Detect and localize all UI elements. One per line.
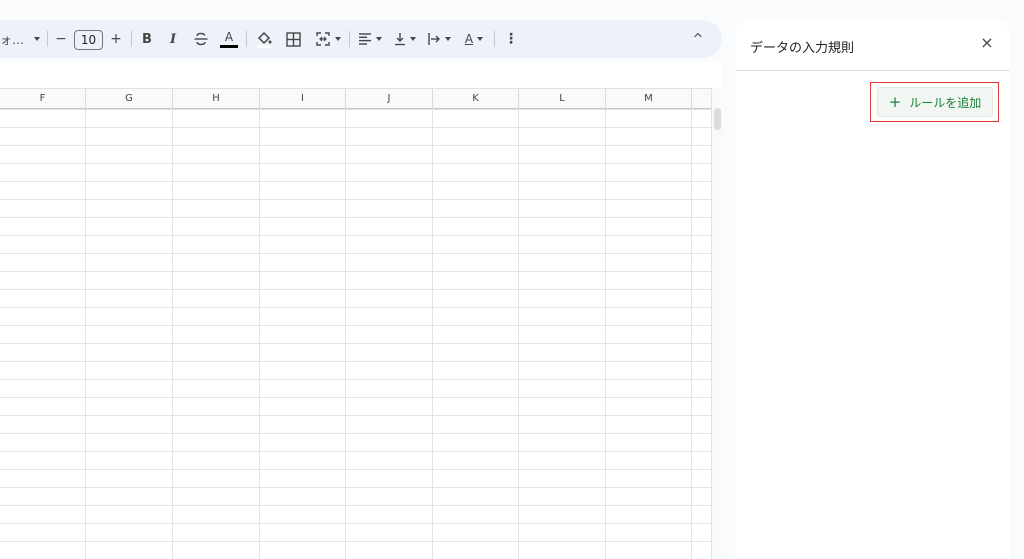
increase-font-size-button[interactable]: + [108,20,124,58]
column-gridline [85,109,86,559]
column-header-l[interactable]: L [518,89,605,109]
add-rule-button[interactable]: + ルールを追加 [877,87,993,117]
chevron-down-icon [376,37,382,41]
chevron-down-icon [445,37,451,41]
borders-button[interactable] [284,20,302,58]
close-icon[interactable]: × [977,33,997,53]
column-header-g[interactable]: G [85,89,172,109]
spreadsheet-grid[interactable]: F G H I J K L M [0,62,722,559]
toolbar-divider [349,31,350,47]
column-header-h[interactable]: H [172,89,259,109]
toolbar-divider [246,31,247,47]
borders-icon [285,31,301,47]
plus-icon: + [888,92,902,111]
vertical-scrollbar[interactable] [711,88,722,559]
strikethrough-button[interactable] [192,20,210,58]
column-header-f[interactable]: F [0,89,85,109]
align-left-icon [359,33,371,45]
panel-divider [735,70,1010,71]
text-rotation-button[interactable]: A [459,20,489,58]
column-header-empty [691,89,712,109]
chevron-down-icon [34,37,41,41]
data-validation-panel: データの入力規則 × + ルールを追加 [735,20,1010,559]
font-size-input[interactable]: 10 [74,30,103,50]
paint-bucket-icon [257,31,272,48]
column-header-k[interactable]: K [432,89,518,109]
strikethrough-icon [194,32,208,46]
italic-button[interactable]: I [165,20,181,58]
column-gridline [605,109,606,559]
text-color-swatch [220,44,238,48]
merge-cells-icon [316,32,330,46]
more-options-button[interactable]: ⋮ [504,20,518,58]
font-family-select[interactable]: ォ… [0,20,41,58]
column-gridline [259,109,260,559]
chevron-down-icon [410,37,416,41]
column-header-m[interactable]: M [605,89,691,109]
text-color-button[interactable]: A [219,20,239,58]
fill-color-button[interactable] [254,20,274,58]
bold-button[interactable]: B [139,20,155,58]
vertical-align-button[interactable] [390,20,420,58]
text-wrap-icon [428,33,440,45]
toolbar-divider [47,31,48,47]
panel-title: データの入力規則 [750,41,855,56]
column-gridline [432,109,433,559]
column-header-i[interactable]: I [259,89,345,109]
scrollbar-thumb[interactable] [714,108,721,130]
decrease-font-size-button[interactable]: − [53,20,69,58]
column-header-j[interactable]: J [345,89,432,109]
column-header-row: F G H I J K L M [0,88,712,109]
text-wrap-button[interactable] [424,20,454,58]
column-gridline [518,109,519,559]
toolbar-divider [131,31,132,47]
font-family-value: ォ… [0,32,25,47]
chevron-down-icon [335,37,341,41]
collapse-toolbar-button[interactable]: ^ [688,20,708,58]
formatting-toolbar: ォ… − 10 + B I A A ⋮ ^ [0,20,722,58]
chevron-down-icon [477,37,484,41]
column-gridline [345,109,346,559]
text-color-glyph: A [224,29,234,44]
align-bottom-icon [395,33,405,46]
toolbar-divider [494,31,495,47]
add-rule-label: ルールを追加 [909,95,982,110]
horizontal-align-button[interactable] [355,20,385,58]
text-rotation-icon: A [464,32,474,46]
column-gridline [691,109,692,559]
merge-cells-button[interactable] [312,20,344,58]
column-gridline [172,109,173,559]
